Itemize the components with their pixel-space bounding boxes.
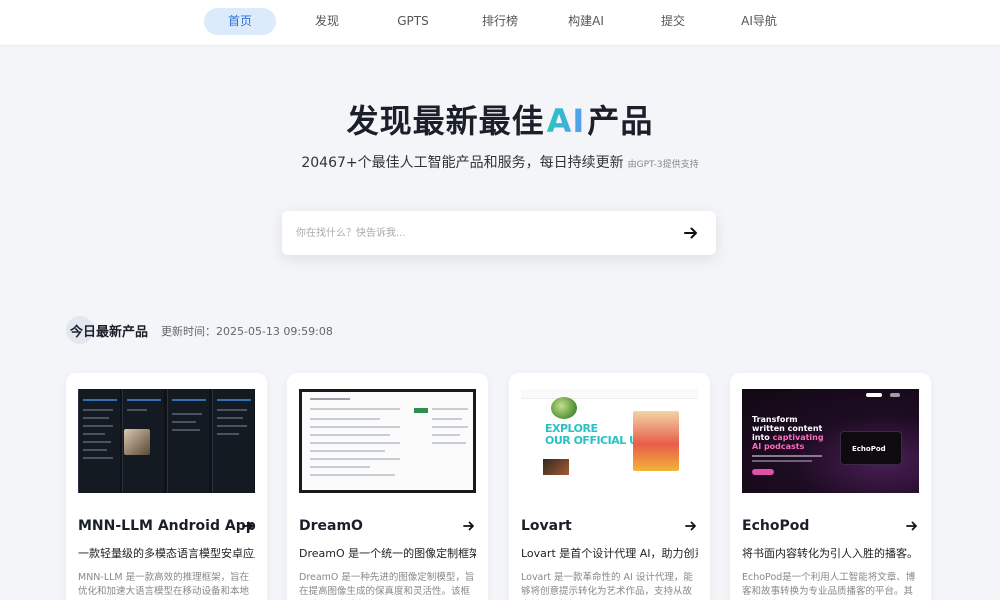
product-tagline: 将书面内容转化为引人入胜的播客。 xyxy=(742,547,918,560)
hero-subtitle-note: 由GPT-3提供支持 xyxy=(627,160,699,170)
product-description: MNN-LLM 是一款高效的推理框架，旨在优化和加速大语言模型在移动设备和本地 … xyxy=(78,572,250,597)
video-thumbnail xyxy=(543,459,569,475)
arrow-right-icon[interactable] xyxy=(241,519,255,533)
cat-image xyxy=(124,429,150,455)
product-card[interactable]: DreamO DreamO 是一个统一的图像定制框架。 DreamO 是一种先进… xyxy=(287,373,488,600)
hero-title: 发现最新最佳AI产品 xyxy=(0,96,1000,142)
product-card[interactable]: MNN-LLM Android App 一款轻量级的多模态语言模型安卓应用 MN… xyxy=(66,373,267,600)
product-name[interactable]: Lovart xyxy=(521,518,671,534)
hero-subtitle-text: 20467+个最佳人工智能产品和服务，每日持续更新 xyxy=(301,155,624,171)
echopod-headline: Transform written content into captivati… xyxy=(752,415,824,451)
product-thumbnail[interactable] xyxy=(78,389,255,493)
nav-item-ai-nav[interactable]: AI导航 xyxy=(723,8,795,35)
product-description: EchoPod是一个利用人工智能将文章、博客和故事转换为专业品质播客的平台。其重… xyxy=(742,572,916,597)
hero-title-ai: AI xyxy=(546,102,586,140)
search-box xyxy=(282,211,716,255)
product-card[interactable]: EXPLORE OUR OFFICIAL USE Lovart Lovart 是首… xyxy=(509,373,710,600)
section-title: 今日最新产品 xyxy=(70,325,149,340)
product-thumbnail[interactable] xyxy=(299,389,476,493)
nav-item-build-ai[interactable]: 构建AI xyxy=(550,8,622,35)
nav-item-discover[interactable]: 发现 xyxy=(291,8,363,35)
arrow-right-icon[interactable] xyxy=(680,222,702,244)
hero-title-prefix: 发现最新最佳 xyxy=(346,102,545,140)
product-card[interactable]: Transform written content into captivati… xyxy=(730,373,931,600)
echopod-logo: EchoPod xyxy=(852,445,886,453)
arrow-right-icon[interactable] xyxy=(684,519,698,533)
arrow-right-icon[interactable] xyxy=(462,519,476,533)
product-description: DreamO 是一种先进的图像定制模型，旨在提高图像生成的保真度和灵活性。该框架… xyxy=(299,572,475,597)
product-thumbnail[interactable]: Transform written content into captivati… xyxy=(742,389,919,493)
nav-item-gpts[interactable]: GPTS xyxy=(377,8,449,35)
hero-title-suffix: 产品 xyxy=(587,102,654,140)
product-name[interactable]: DreamO xyxy=(299,518,449,534)
section-updated-time: 更新时间：2025-05-13 09:59:08 xyxy=(161,325,333,338)
product-name[interactable]: EchoPod xyxy=(742,518,892,534)
hero-subtitle: 20467+个最佳人工智能产品和服务，每日持续更新 由GPT-3提供支持 xyxy=(0,152,1000,172)
top-nav: 首页 发现 GPTS 排行榜 构建AI 提交 AI导航 xyxy=(0,0,1000,46)
search-input[interactable] xyxy=(296,223,656,243)
product-tagline: DreamO 是一个统一的图像定制框架。 xyxy=(299,547,476,560)
product-tagline: Lovart 是首个设计代理 AI，助力创意实现 xyxy=(521,547,698,560)
nav-item-ranking[interactable]: 排行榜 xyxy=(464,8,536,35)
product-thumbnail[interactable]: EXPLORE OUR OFFICIAL USE xyxy=(521,389,698,493)
arrow-right-icon[interactable] xyxy=(905,519,919,533)
product-name[interactable]: MNN-LLM Android App xyxy=(78,518,256,534)
poster-image xyxy=(633,411,679,471)
nav-item-submit[interactable]: 提交 xyxy=(637,8,709,35)
product-tagline: 一款轻量级的多模态语言模型安卓应用 xyxy=(78,547,255,560)
avocado-image xyxy=(551,397,577,419)
product-description: Lovart 是一款革命性的 AI 设计代理，能够将创意提示转化为艺术作品，支持… xyxy=(521,572,693,597)
nav-item-home[interactable]: 首页 xyxy=(204,8,276,35)
